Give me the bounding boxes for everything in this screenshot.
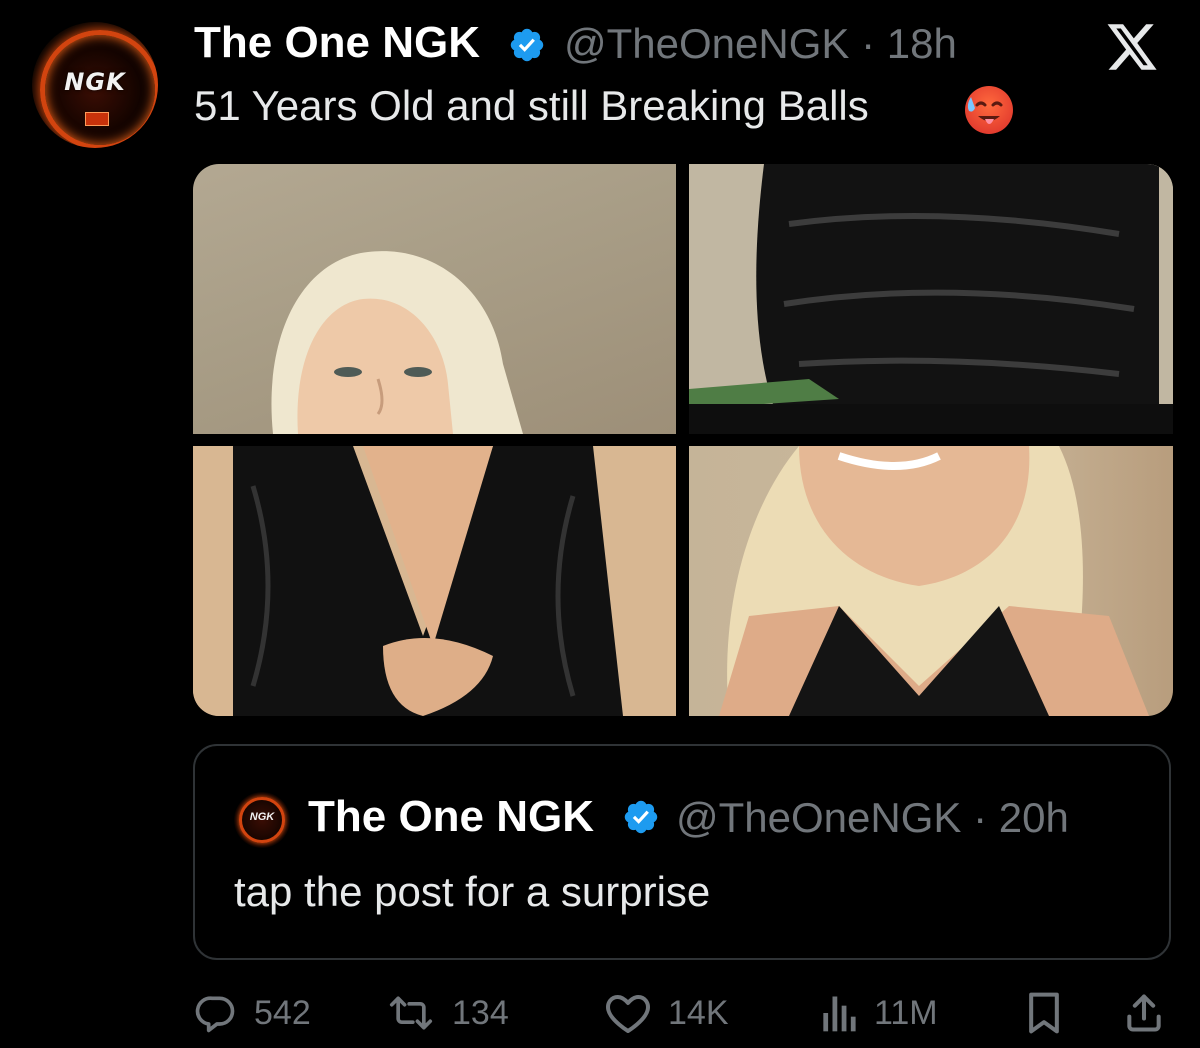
media-image-1[interactable] — [193, 164, 676, 434]
repost-icon — [389, 996, 433, 1030]
author-handle-time[interactable]: @TheOneNGK · 18h — [564, 20, 957, 68]
photo-black-top — [193, 446, 676, 716]
quoted-handle-time[interactable]: @TheOneNGK · 20h — [676, 794, 1069, 842]
bookmark-button[interactable] — [1024, 988, 1064, 1038]
separator-dot: · — [961, 794, 999, 841]
reply-icon — [195, 996, 235, 1033]
separator-dot: · — [849, 20, 887, 67]
media-grid[interactable] — [193, 164, 1173, 716]
quoted-post-text: tap the post for a surprise — [234, 868, 711, 915]
like-button[interactable]: 14K — [604, 988, 729, 1038]
photo-smile-blonde — [719, 446, 1149, 716]
reply-count: 542 — [254, 993, 311, 1032]
post-time: 18h — [886, 20, 957, 67]
heart-icon — [606, 995, 650, 1033]
repost-button[interactable]: 134 — [386, 988, 509, 1038]
share-icon — [1127, 994, 1161, 1032]
x-logo-icon — [1107, 24, 1157, 70]
bookmark-icon — [1029, 992, 1059, 1034]
author-handle: @TheOneNGK — [564, 20, 850, 67]
media-image-4[interactable] — [689, 446, 1173, 716]
share-button[interactable] — [1122, 988, 1166, 1038]
avatar-stamp — [85, 112, 109, 126]
media-image-2[interactable] — [689, 164, 1173, 434]
views-icon — [823, 996, 856, 1032]
photo-black-dress — [689, 164, 1173, 434]
like-count: 14K — [668, 993, 729, 1032]
quoted-time: 20h — [998, 794, 1069, 841]
quoted-author-name[interactable]: The One NGK — [308, 792, 594, 842]
verified-badge-icon — [510, 28, 544, 62]
photo-portrait-face — [271, 251, 523, 434]
repost-count: 134 — [452, 993, 509, 1032]
views-button[interactable]: 11M — [818, 988, 938, 1038]
reply-button[interactable]: 542 — [194, 988, 311, 1038]
media-image-3[interactable] — [193, 446, 676, 716]
verified-badge-icon — [624, 800, 658, 834]
quoted-avatar-logo-text: NGK — [249, 811, 275, 823]
quoted-author-avatar[interactable]: NGK — [234, 792, 290, 848]
author-avatar[interactable]: NGK — [32, 22, 158, 148]
avatar-logo-text: NGK — [64, 68, 126, 96]
hot-face-emoji — [965, 86, 1013, 134]
views-count: 11M — [874, 993, 938, 1032]
author-name[interactable]: The One NGK — [194, 18, 480, 68]
post-text: 51 Years Old and still Breaking Balls — [194, 82, 869, 129]
quoted-post[interactable] — [193, 744, 1171, 960]
quoted-handle: @TheOneNGK — [676, 794, 962, 841]
